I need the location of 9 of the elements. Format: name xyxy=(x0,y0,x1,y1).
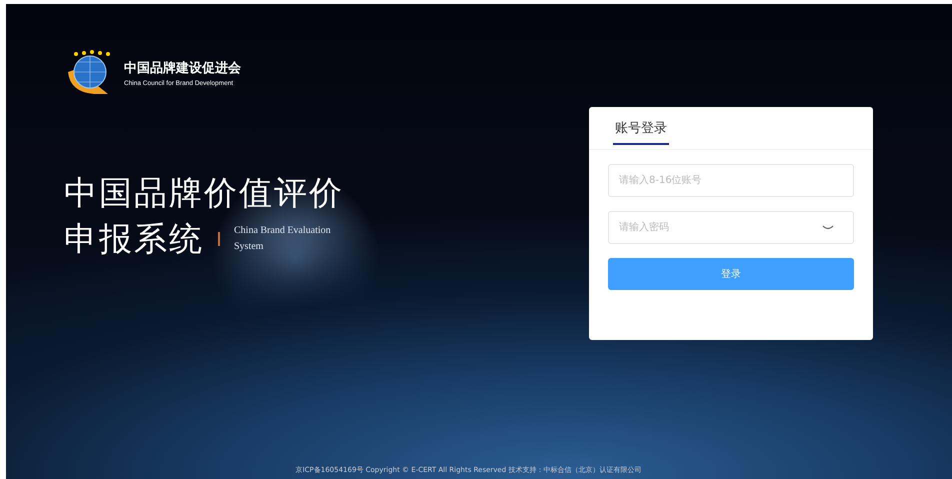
system-title: 中国品牌价值评价 xyxy=(64,172,345,214)
closed-eye-icon[interactable] xyxy=(822,225,834,231)
system-title: 申报系统 xyxy=(64,218,204,260)
account-field[interactable]: 请输入8-16位账号 xyxy=(608,164,854,197)
divider-bar xyxy=(218,232,220,246)
organization-name: 中国品牌建设促进会 xyxy=(124,60,241,77)
password-field[interactable]: 请输入密码 xyxy=(608,211,854,244)
english-title: China Brand Evaluation System xyxy=(234,224,332,254)
login-tab[interactable]: 账号登录 xyxy=(613,119,669,145)
